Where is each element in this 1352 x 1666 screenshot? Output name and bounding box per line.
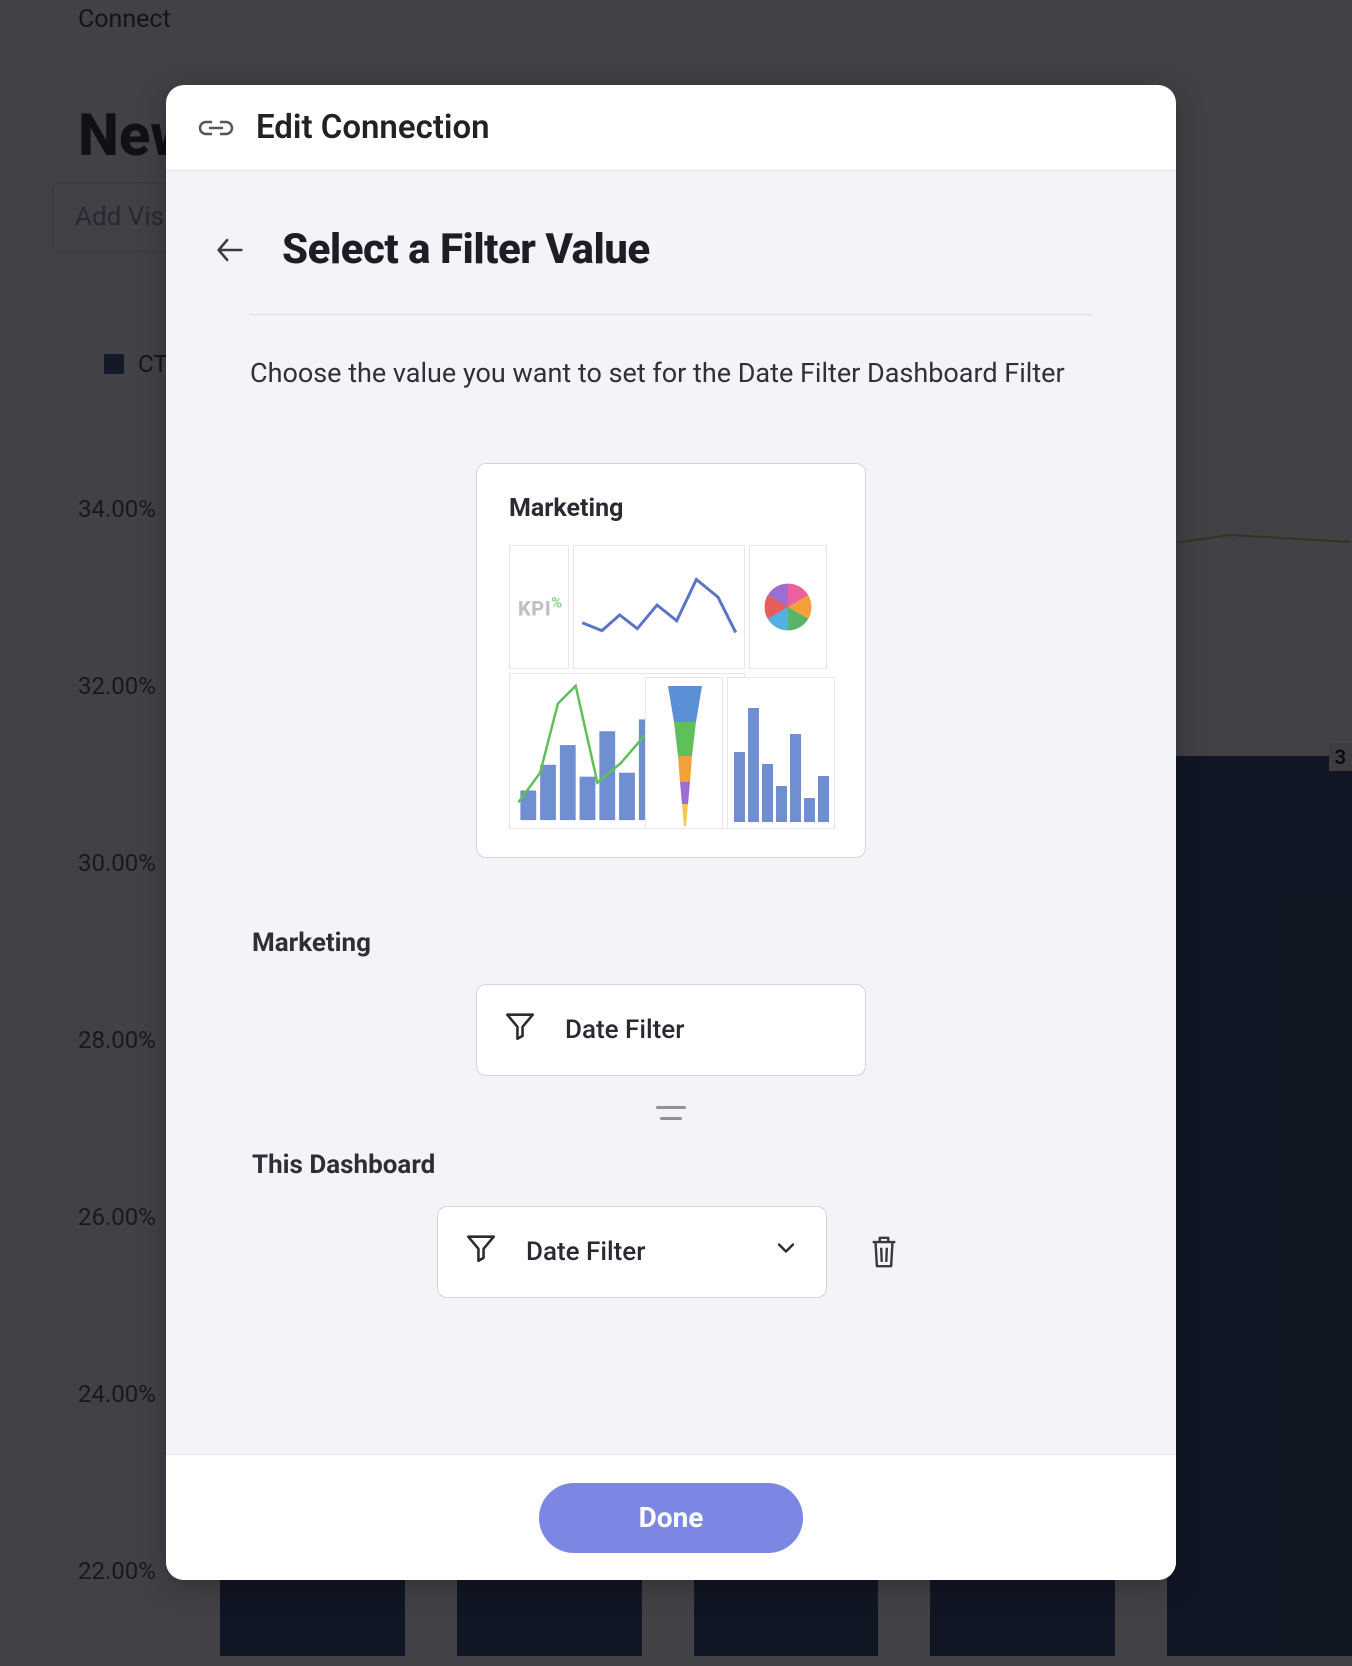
- section-subtitle: Choose the value you want to set for the…: [250, 355, 1092, 393]
- modal-title: Edit Connection: [256, 108, 490, 147]
- mini-line-chart: [573, 545, 745, 669]
- mini-funnel-chart: [645, 677, 723, 829]
- chevron-down-icon: [772, 1234, 800, 1269]
- divider: [250, 314, 1092, 315]
- mini-kpi: KPI%: [509, 545, 569, 669]
- source-filter-label: Date Filter: [565, 1015, 684, 1045]
- edit-connection-modal: Edit Connection Select a Filter Value Ch…: [166, 85, 1176, 1580]
- kpi-label: KPI%: [518, 593, 563, 620]
- trash-icon: [867, 1233, 901, 1271]
- modal-header: Edit Connection: [166, 85, 1176, 171]
- target-group-label: This Dashboard: [252, 1150, 642, 1180]
- filter-icon: [464, 1231, 498, 1272]
- modal-footer: Done: [166, 1454, 1176, 1580]
- mini-pie-chart: [749, 545, 827, 669]
- target-filter-select[interactable]: Date Filter: [437, 1206, 827, 1298]
- source-filter-box[interactable]: Date Filter: [476, 984, 866, 1076]
- dashboard-preview-title: Marketing: [509, 494, 833, 523]
- dashboard-preview-card[interactable]: Marketing KPI%: [476, 463, 866, 858]
- section-title: Select a Filter Value: [282, 225, 650, 274]
- back-button[interactable]: [208, 228, 252, 272]
- target-filter-label: Date Filter: [526, 1237, 645, 1267]
- done-button[interactable]: Done: [539, 1483, 803, 1553]
- modal-body: Select a Filter Value Choose the value y…: [166, 171, 1176, 1454]
- filter-icon: [503, 1009, 537, 1050]
- delete-mapping-button[interactable]: [863, 1231, 905, 1273]
- mini-bar-chart: [727, 677, 835, 829]
- source-group-label: Marketing: [252, 928, 642, 958]
- link-icon: [196, 116, 236, 140]
- arrow-left-icon: [213, 233, 247, 267]
- equals-icon: [656, 1106, 686, 1120]
